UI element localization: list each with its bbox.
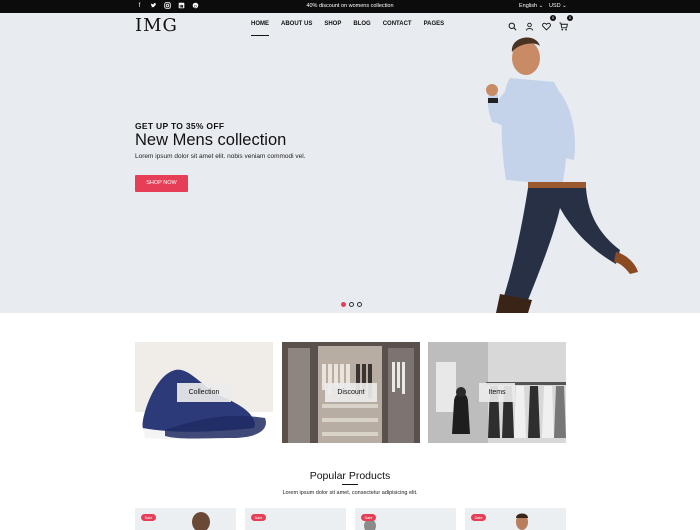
wishlist-heart-icon[interactable]: 0: [542, 15, 556, 31]
currency-select[interactable]: USD ⌄: [549, 3, 567, 9]
category-label: Discount: [325, 383, 377, 402]
search-icon[interactable]: [508, 18, 517, 31]
slider-dot[interactable]: [341, 302, 346, 307]
nav-home[interactable]: HOME: [251, 21, 269, 36]
nav-contact[interactable]: CONTACT: [383, 21, 412, 36]
site-logo[interactable]: IMG: [135, 15, 178, 36]
section-subtitle: Lorem ipsum dolor sit amet, consectetur …: [282, 490, 418, 496]
hero-model-image: [486, 37, 638, 313]
slider-dot[interactable]: [357, 302, 362, 307]
category-label: Collection: [177, 383, 231, 402]
product-card[interactable]: Sale: [135, 508, 236, 530]
title-underline: [342, 484, 358, 485]
shop-now-button[interactable]: SHOP NOW: [135, 175, 188, 192]
sale-badge: Sale: [361, 514, 376, 521]
product-card[interactable]: Sale: [245, 508, 346, 530]
main-nav: HOME ABOUT US SHOP BLOG CONTACT PAGES: [251, 21, 456, 36]
hero-slider-dots: [341, 302, 362, 307]
category-card-discount[interactable]: Discount: [282, 342, 420, 443]
nav-shop[interactable]: SHOP: [324, 21, 341, 36]
header-actions: 0 0: [508, 15, 573, 31]
category-card-collection[interactable]: Collection: [135, 342, 273, 443]
nav-pages[interactable]: PAGES: [424, 21, 445, 36]
cart-icon[interactable]: 0: [559, 15, 573, 31]
hero-title: New Mens collection: [135, 131, 287, 149]
sale-badge: Sale: [251, 514, 266, 521]
currency-value: USD: [549, 3, 561, 9]
sale-badge: Sale: [141, 514, 156, 521]
top-bar: f p 40% discount on womens collection En…: [0, 0, 700, 13]
chevron-down-icon: ⌄: [562, 3, 567, 9]
hero-eyebrow: GET UP TO 35% OFF: [135, 121, 225, 131]
product-card[interactable]: Sale: [355, 508, 456, 530]
nav-blog[interactable]: BLOG: [353, 21, 370, 36]
category-card-items[interactable]: Items: [428, 342, 566, 443]
language-value: English: [519, 3, 538, 9]
section-title: Popular Products: [309, 470, 391, 482]
chevron-down-icon: ⌄: [538, 3, 544, 9]
cart-count-badge: 0: [567, 15, 573, 21]
category-label: Items: [479, 383, 515, 402]
wishlist-count-badge: 0: [550, 15, 556, 21]
product-card[interactable]: Sale: [465, 508, 566, 530]
nav-about-us[interactable]: ABOUT US: [281, 21, 312, 36]
slider-dot[interactable]: [349, 302, 354, 307]
user-icon[interactable]: [525, 18, 534, 31]
hero-description: Lorem ipsum dolor sit amet elit. nobis v…: [135, 153, 306, 160]
language-select[interactable]: English ⌄: [519, 3, 543, 9]
sale-badge: Sale: [471, 514, 486, 521]
promo-text: 40% discount on womens collection: [306, 3, 394, 9]
